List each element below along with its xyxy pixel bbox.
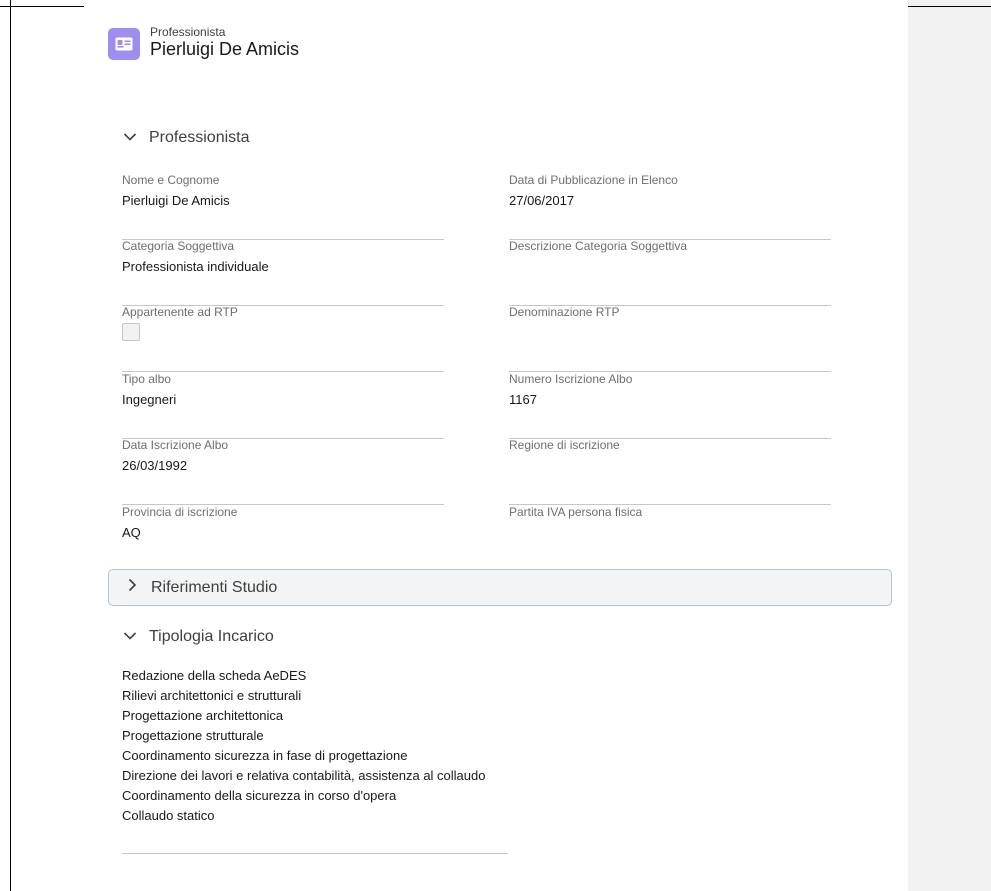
contact-card-icon [108,28,140,60]
field-nome-cognome: Nome e Cognome Pierluigi De Amicis [122,173,444,240]
field-value: 27/06/2017 [509,193,575,208]
chevron-down-icon [121,628,139,646]
field-value: Pierluigi De Amicis [122,193,230,208]
field-label: Denominazione RTP [509,305,620,319]
record-title: Pierluigi De Amicis [150,39,300,59]
field-label: Regione di iscrizione [509,438,620,452]
chevron-down-icon [121,129,139,147]
list-item: Redazione della scheda AeDES [122,668,307,683]
list-item: Direzione dei lavori e relativa contabil… [122,768,486,783]
field-data-iscrizione: Data Iscrizione Albo 26/03/1992 [122,438,444,505]
field-partita-iva: Partita IVA persona fisica [509,505,831,572]
section-header-tipologia-incarico[interactable]: Tipologia Incarico [121,628,274,646]
top-divider-left [0,6,84,7]
rtp-checkbox [122,323,140,341]
field-label: Data Iscrizione Albo [122,438,229,452]
right-background [908,0,991,891]
list-item: Coordinamento sicurezza in fase di proge… [122,748,408,763]
chevron-right-icon [123,578,141,597]
tipologia-incarico-list: Redazione della scheda AeDES Rilievi arc… [122,666,508,826]
field-data-pubblicazione: Data di Pubblicazione in Elenco 27/06/20… [509,173,831,240]
field-value: 1167 [509,392,537,407]
field-label: Data di Pubblicazione in Elenco [509,173,678,187]
field-value: 26/03/1992 [122,458,188,473]
field-label: Appartenente ad RTP [122,305,238,319]
field-label: Nome e Cognome [122,173,220,187]
section-header-professionista[interactable]: Professionista [121,129,250,147]
field-value: Ingegneri [122,392,177,407]
field-label: Descrizione Categoria Soggettiva [509,239,688,253]
field-appartenente-rtp: Appartenente ad RTP [122,305,444,372]
field-label: Provincia di iscrizione [122,505,238,519]
list-item: Rilievi architettonici e strutturali [122,688,302,703]
section-title-professionista: Professionista [149,129,250,146]
top-divider-right [908,6,991,7]
field-label: Numero Iscrizione Albo [509,372,633,386]
field-tipo-albo: Tipo albo Ingegneri [122,372,444,439]
field-label: Categoria Soggettiva [122,239,235,253]
section-header-riferimenti-studio[interactable]: Riferimenti Studio [108,569,892,606]
field-categoria-soggettiva: Categoria Soggettiva Professionista indi… [122,239,444,306]
field-provincia-iscrizione: Provincia di iscrizione AQ [122,505,444,572]
list-item: Collaudo statico [122,808,215,823]
field-value: Professionista individuale [122,259,269,274]
field-regione-iscrizione: Regione di iscrizione [509,438,831,505]
record-detail-panel: Professionista Pierluigi De Amicis Profe… [84,0,908,891]
list-item: Coordinamento della sicurezza in corso d… [122,788,397,803]
section-title-riferimenti-studio: Riferimenti Studio [151,578,278,596]
list-item: Progettazione architettonica [122,708,284,723]
record-object-type: Professionista [150,25,226,39]
list-item: Progettazione strutturale [122,728,264,743]
field-label: Partita IVA persona fisica [509,505,643,519]
field-label: Tipo albo [122,372,171,386]
field-numero-iscrizione: Numero Iscrizione Albo 1167 [509,372,831,439]
section-title-tipologia-incarico: Tipologia Incarico [149,628,274,645]
field-divider [122,853,508,854]
field-descrizione-categoria: Descrizione Categoria Soggettiva [509,239,831,306]
left-frame [0,0,11,891]
field-value: AQ [122,525,141,540]
field-denominazione-rtp: Denominazione RTP [509,305,831,372]
